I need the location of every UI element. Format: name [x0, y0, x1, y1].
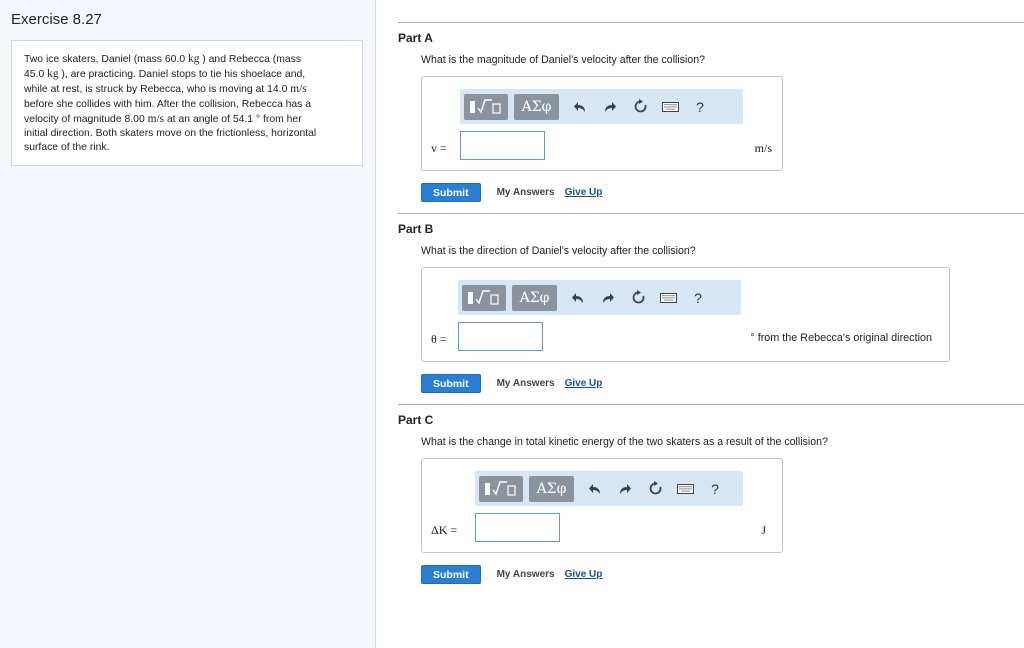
part-b-my-answers: My Answers — [496, 378, 555, 389]
part-c-variable-label: ΔK = — [431, 523, 458, 537]
part-b: Part B What is the direction of Daniel's… — [398, 213, 1024, 403]
part-divider — [398, 213, 1024, 214]
part-c-actions: Submit My Answers Give Up — [421, 565, 602, 584]
part-c-give-up-link[interactable]: Give Up — [565, 569, 603, 580]
undo-icon[interactable] — [580, 476, 610, 502]
problem-line: 45.0 kg ), are practicing. Daniel stops … — [24, 68, 306, 81]
problem-line: before she collides with him. After the … — [24, 98, 312, 110]
part-c-my-answers: My Answers — [496, 569, 555, 580]
part-a-variable-label: v = — [431, 141, 447, 155]
symbols-button[interactable]: ΑΣφ — [529, 475, 574, 502]
part-b-submit-button[interactable]: Submit — [421, 374, 481, 393]
part-b-unit: ° from the Rebecca's original direction — [750, 332, 932, 344]
part-a-answer-input[interactable] — [460, 131, 545, 160]
part-divider — [398, 404, 1024, 405]
problem-line: surface of the rink. — [24, 142, 110, 154]
part-a-my-answers: My Answers — [496, 187, 555, 198]
part-a: Part A What is the magnitude of Daniel's… — [398, 22, 1024, 212]
part-a-answer-box: ΑΣφ ? v = m/s — [421, 76, 783, 171]
part-c: Part C What is the change in total kinet… — [398, 404, 1024, 594]
keyboard-icon[interactable] — [655, 94, 685, 120]
problem-line: Two ice skaters, Daniel (mass 60.0 kg ) … — [24, 53, 302, 65]
sqrt-template-icon[interactable] — [479, 475, 523, 502]
keyboard-icon[interactable] — [653, 285, 683, 311]
part-c-answer-box: ΑΣφ ? ΔK = J — [421, 458, 783, 553]
part-c-answer-input[interactable] — [475, 513, 560, 542]
problem-line: initial direction. Both skaters move on … — [24, 128, 317, 140]
redo-icon[interactable] — [595, 94, 625, 120]
help-icon[interactable]: ? — [700, 476, 730, 502]
undo-icon[interactable] — [563, 285, 593, 311]
part-a-title: Part A — [398, 31, 433, 45]
part-b-give-up-link[interactable]: Give Up — [565, 378, 603, 389]
reset-icon[interactable] — [640, 476, 670, 502]
help-icon[interactable]: ? — [683, 285, 713, 311]
redo-icon[interactable] — [610, 476, 640, 502]
part-c-submit-button[interactable]: Submit — [421, 565, 481, 584]
help-icon[interactable]: ? — [685, 94, 715, 120]
symbols-button[interactable]: ΑΣφ — [512, 284, 557, 311]
math-toolbar: ΑΣφ ? — [458, 280, 741, 315]
math-toolbar: ΑΣφ ? — [460, 89, 743, 124]
problem-line: while at rest, is struck by Rebecca, who… — [24, 83, 307, 96]
part-b-answer-input[interactable] — [458, 322, 543, 351]
reset-icon[interactable] — [625, 94, 655, 120]
part-b-answer-box: ΑΣφ ? θ = ° from the Rebecca's original … — [421, 267, 950, 362]
math-toolbar: ΑΣφ ? — [475, 471, 743, 506]
part-b-title: Part B — [398, 222, 434, 236]
symbols-button[interactable]: ΑΣφ — [514, 93, 559, 120]
part-c-title: Part C — [398, 413, 434, 427]
problem-panel: Exercise 8.27 Two ice skaters, Daniel (m… — [0, 0, 376, 648]
part-c-unit: J — [761, 523, 766, 537]
part-divider — [398, 22, 1024, 23]
part-a-give-up-link[interactable]: Give Up — [565, 187, 603, 198]
part-a-actions: Submit My Answers Give Up — [421, 183, 602, 202]
sqrt-template-icon[interactable] — [464, 93, 508, 120]
part-a-question: What is the magnitude of Daniel's veloci… — [421, 54, 706, 66]
part-b-variable-label: θ = — [431, 332, 447, 346]
reset-icon[interactable] — [623, 285, 653, 311]
exercise-title: Exercise 8.27 — [11, 11, 102, 28]
keyboard-icon[interactable] — [670, 476, 700, 502]
part-c-question: What is the change in total kinetic ener… — [421, 436, 828, 448]
redo-icon[interactable] — [593, 285, 623, 311]
sqrt-template-icon[interactable] — [462, 284, 506, 311]
part-a-unit: m/s — [754, 141, 772, 155]
undo-icon[interactable] — [565, 94, 595, 120]
problem-statement: Two ice skaters, Daniel (mass 60.0 kg ) … — [11, 40, 363, 166]
part-b-actions: Submit My Answers Give Up — [421, 374, 602, 393]
part-a-submit-button[interactable]: Submit — [421, 183, 481, 202]
part-b-question: What is the direction of Daniel's veloci… — [421, 245, 696, 257]
problem-line: velocity of magnitude 8.00 m/s at an ang… — [24, 112, 302, 125]
